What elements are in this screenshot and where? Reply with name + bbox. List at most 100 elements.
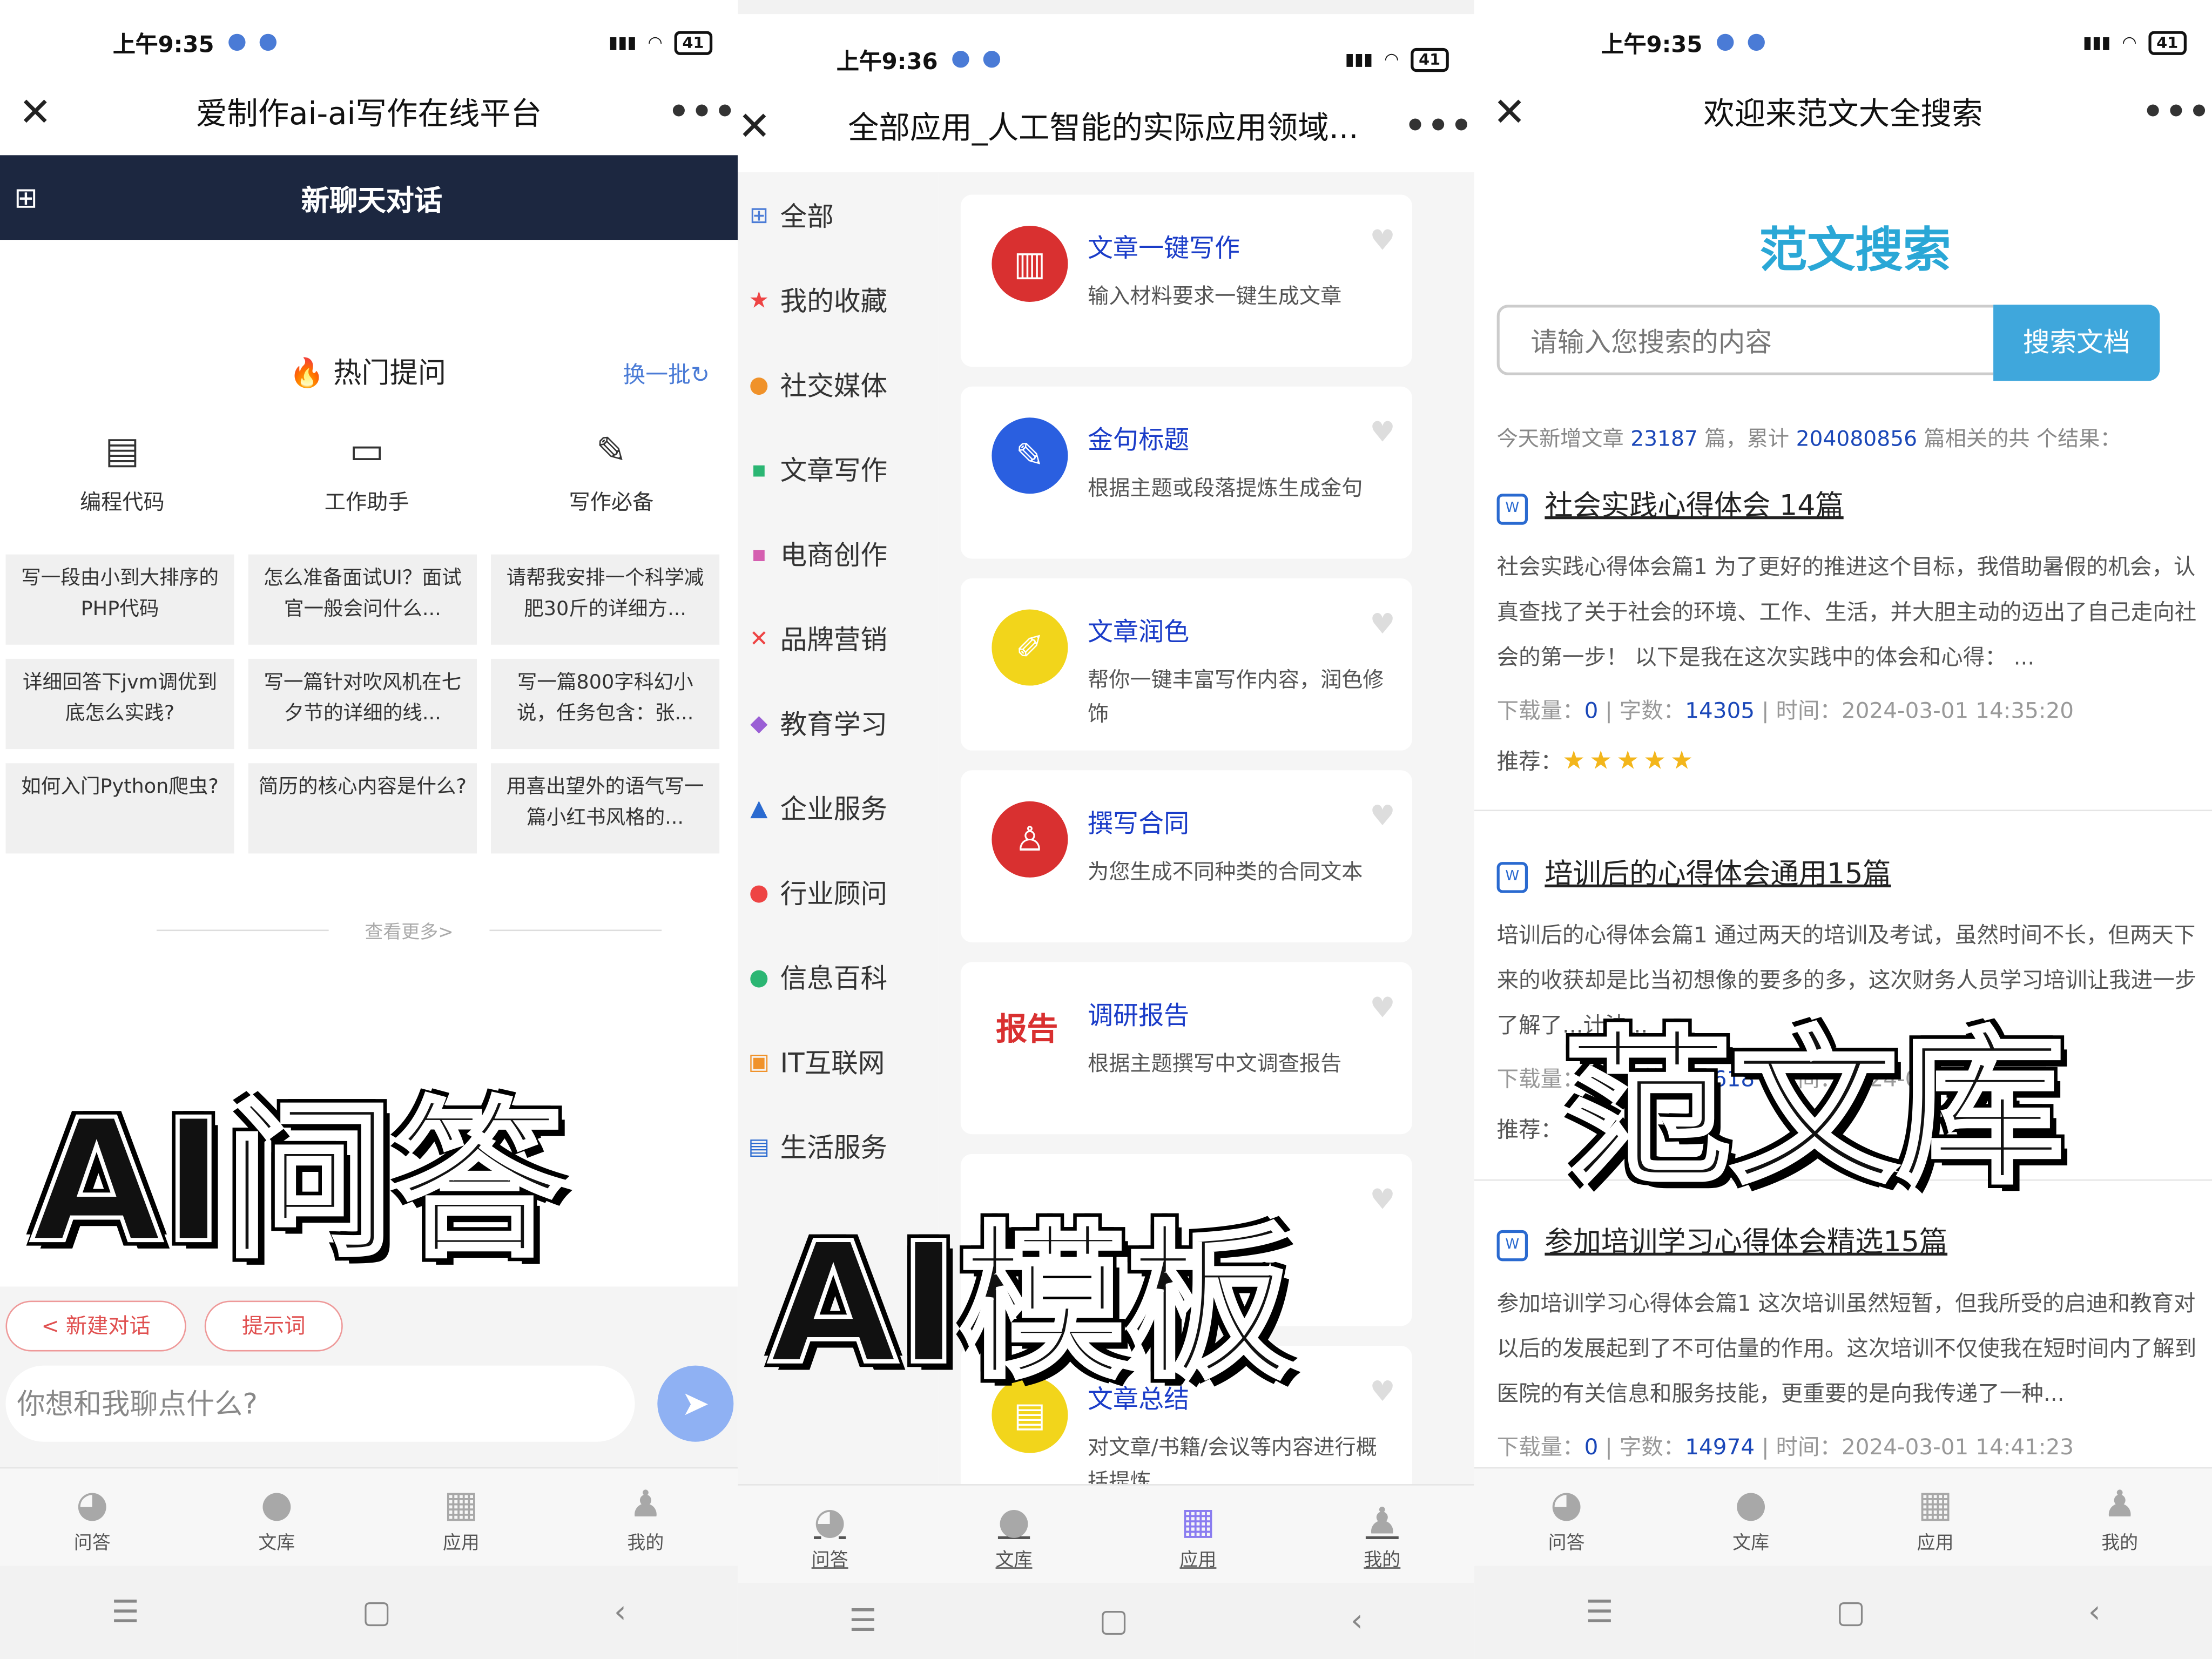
heart-icon[interactable]: ♥ (1370, 223, 1395, 257)
sidebar-item[interactable]: ● 社交媒体 (738, 341, 938, 426)
prompt-button[interactable]: 提示词 (204, 1300, 343, 1352)
new-chat-button[interactable]: < 新建对话 (5, 1300, 186, 1352)
sidebar-item[interactable]: ★ 我的收藏 (738, 257, 938, 341)
status-time: 上午9:35 (1601, 31, 1703, 58)
brand-icon: ✕ (749, 624, 768, 651)
heart-icon[interactable]: ♥ (1370, 1374, 1395, 1408)
category-writing[interactable]: ✎ 写作必备 (489, 430, 734, 516)
send-icon[interactable]: ➤ (657, 1365, 734, 1442)
tab-label: 我的 (627, 1533, 664, 1555)
sidebar-item[interactable]: ◆ 教育学习 (738, 680, 938, 765)
search-input[interactable]: 请输入您搜索的内容 (1496, 305, 1994, 375)
result-title[interactable]: W 参加培训学习心得体会精选15篇 (1496, 1219, 2212, 1262)
site-logo: 范文搜索 (1759, 222, 1951, 280)
panel-ai-chat: 上午9:35 ▮▮▮ ◠ 41 ✕ 爱制作ai-ai写作在线平台 ••• ⊞ 新聊天… (0, 0, 738, 1659)
tab-me[interactable]: ♟ 我的 (1290, 1486, 1474, 1584)
result-title[interactable]: W 社会实践心得体会 14篇 (1496, 482, 2212, 525)
sidebar-item[interactable]: ▪ 文章写作 (738, 426, 938, 511)
grid-icon: ⊞ (749, 201, 768, 228)
question-item[interactable]: 怎么准备面试UI？面试官一般会问什么... (248, 554, 477, 645)
template-card[interactable]: ♙ 撰写合同 为您生成不同种类的合同文本 ♥ (960, 770, 1412, 942)
sidebar-label: 电商创作 (780, 539, 888, 571)
signal-icon: ▮▮▮ (608, 32, 637, 52)
question-item[interactable]: 如何入门Python爬虫? (5, 763, 234, 854)
tab-me[interactable]: ♟ 我的 (2027, 1468, 2212, 1567)
tab-qa[interactable]: ◕ 问答 (738, 1486, 922, 1584)
tab-library[interactable]: ● 文库 (1658, 1468, 1843, 1567)
more-icon[interactable]: ••• (667, 92, 738, 131)
status-time: 上午9:36 (837, 48, 938, 75)
menu-nav-icon[interactable]: ☰ (1586, 1595, 1614, 1630)
question-item[interactable]: 写一段由小到大排序的PHP代码 (5, 554, 234, 645)
template-card[interactable]: 报告 调研报告 根据主题撰写中文调查报告 ♥ (960, 962, 1412, 1135)
see-more-link[interactable]: 查看更多> (120, 917, 698, 943)
sidebar-item[interactable]: ● 信息百科 (738, 934, 938, 1019)
sidebar-label: 全部 (780, 201, 834, 232)
refresh-button[interactable]: 换一批↻ (623, 355, 710, 389)
sidebar-item[interactable]: ▲ 企业服务 (738, 765, 938, 849)
word-count: 14305 (1685, 698, 1755, 724)
close-icon[interactable]: ✕ (738, 102, 771, 149)
system-nav-bar: ☰ ▢ ‹ (1474, 1566, 2212, 1659)
question-item[interactable]: 简历的核心内容是什么? (248, 763, 477, 854)
meta-label: 字数： (1619, 698, 1685, 724)
tab-qa[interactable]: ◕ 问答 (0, 1468, 185, 1567)
tab-me[interactable]: ♟ 我的 (554, 1468, 738, 1567)
category-coding[interactable]: ▤ 编程代码 (0, 430, 245, 516)
tab-apps[interactable]: ▦ 应用 (369, 1468, 554, 1567)
question-item[interactable]: 请帮我安排一个科学减肥30斤的详细方... (491, 554, 720, 645)
template-card[interactable]: ▥ 文章一键写作 输入材料要求一键生成文章 ♥ (960, 194, 1412, 367)
battery-icon: 41 (2148, 30, 2187, 55)
home-nav-icon[interactable]: ▢ (1836, 1595, 1865, 1630)
stats-text: 篇，累计 (1704, 426, 1790, 451)
card-desc: 输入材料要求一键生成文章 (1088, 284, 1342, 309)
heart-icon[interactable]: ♥ (1370, 415, 1395, 449)
question-item[interactable]: 用喜出望外的语气写一篇小红书风格的... (491, 763, 720, 854)
question-item[interactable]: 详细回答下jvm调优到底怎么实践? (5, 658, 234, 750)
word-doc-icon: W (1496, 862, 1528, 893)
heart-icon[interactable]: ♥ (1370, 990, 1395, 1024)
template-card[interactable]: ✐ 文章润色 帮你一键丰富写作内容，润色修饰 ♥ (960, 578, 1412, 751)
user-icon: ♟ (2103, 1484, 2136, 1527)
result-item: W 社会实践心得体会 14篇 社会实践心得体会篇1 为了更好的推进这个目标，我借助… (1496, 482, 2212, 776)
sidebar-item[interactable]: ● 行业顾问 (738, 849, 938, 934)
heart-icon[interactable]: ♥ (1370, 1182, 1395, 1216)
meta-label: 下载量： (1496, 1434, 1584, 1460)
tab-library[interactable]: ● 文库 (922, 1486, 1106, 1584)
close-icon[interactable]: ✕ (1474, 88, 1545, 134)
home-nav-icon[interactable]: ▢ (1099, 1603, 1128, 1638)
heart-icon[interactable]: ♥ (1370, 606, 1395, 640)
home-nav-icon[interactable]: ▢ (362, 1595, 391, 1630)
tab-library[interactable]: ● 文库 (185, 1468, 369, 1567)
sidebar-item[interactable]: ✕ 品牌营销 (738, 595, 938, 680)
menu-nav-icon[interactable]: ☰ (111, 1595, 139, 1630)
template-card[interactable]: ✎ 金句标题 根据主题或段落提炼生成金句 ♥ (960, 386, 1412, 559)
tab-apps[interactable]: ▦ 应用 (1843, 1468, 2028, 1567)
title-bar: ✕ 爱制作ai-ai写作在线平台 ••• (0, 76, 738, 147)
question-item[interactable]: 写一篇针对吹风机在七夕节的详细的线... (248, 658, 477, 750)
card-desc: 帮你一键丰富写作内容，润色修饰 (1088, 667, 1384, 727)
sidebar-item[interactable]: ▣ IT互联网 (738, 1019, 938, 1103)
doc-icon: ▪ (751, 455, 767, 482)
back-nav-icon[interactable]: ‹ (2088, 1595, 2101, 1630)
result-title[interactable]: W 培训后的心得体会通用15篇 (1496, 851, 2212, 893)
close-icon[interactable]: ✕ (0, 88, 71, 134)
tab-apps[interactable]: ▦ 应用 (1106, 1486, 1290, 1584)
sidebar-item[interactable]: ▪ 电商创作 (738, 511, 938, 596)
question-item[interactable]: 写一篇800字科幻小说，任务包含：张... (491, 658, 720, 750)
back-nav-icon[interactable]: ‹ (614, 1595, 626, 1630)
grid-menu-icon[interactable]: ⊞ (14, 180, 48, 214)
sidebar-item[interactable]: ⊞ 全部 (738, 172, 938, 257)
menu-nav-icon[interactable]: ☰ (849, 1603, 877, 1638)
tab-qa[interactable]: ◕ 问答 (1474, 1468, 1659, 1567)
stats-line: 今天新增文章 23187 篇，累计 204080856 篇相关的共 个结果： (1497, 423, 2202, 453)
heart-icon[interactable]: ♥ (1370, 799, 1395, 833)
back-nav-icon[interactable]: ‹ (1351, 1603, 1363, 1638)
status-time: 上午9:35 (112, 31, 214, 58)
more-icon[interactable]: ••• (2141, 92, 2212, 131)
more-icon[interactable]: ••• (1404, 106, 1474, 145)
chat-header-title: 新聊天对话 (301, 183, 442, 217)
category-work[interactable]: ▭ 工作助手 (245, 430, 489, 516)
search-button[interactable]: 搜索文档 (1993, 305, 2160, 381)
chat-input[interactable]: 你想和我聊点什么? (5, 1365, 635, 1442)
